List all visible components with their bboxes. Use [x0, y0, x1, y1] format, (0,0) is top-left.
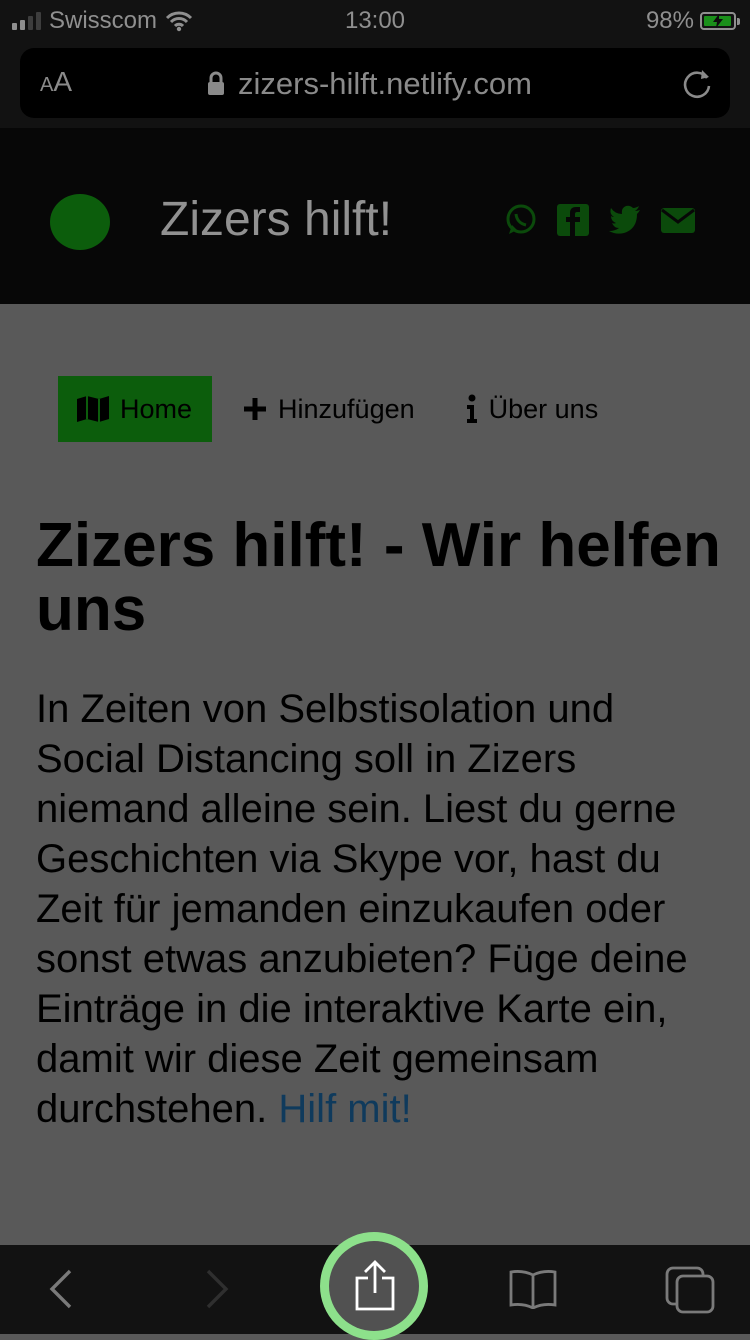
- mail-icon[interactable]: [660, 203, 695, 237]
- social-links: [504, 203, 695, 237]
- help-link[interactable]: Hilf mit!: [278, 1087, 411, 1131]
- battery-percent: 98%: [645, 7, 694, 34]
- status-time: 13:00: [344, 7, 406, 34]
- site-logo[interactable]: [50, 194, 110, 250]
- intro-text: In Zeiten von Selbstisolation und Social…: [36, 687, 688, 1131]
- bookmarks-icon[interactable]: [508, 1269, 558, 1309]
- intro-paragraph: In Zeiten von Selbstisolation und Social…: [36, 684, 726, 1134]
- browser-chrome: Swisscom 13:00 98% AA zizers-hilft.netli…: [0, 0, 750, 128]
- nav-add[interactable]: Hinzufügen: [242, 376, 415, 442]
- plus-icon: [244, 398, 267, 420]
- reload-icon[interactable]: [680, 66, 714, 100]
- whatsapp-icon[interactable]: [504, 203, 538, 237]
- forward-icon[interactable]: [202, 1267, 232, 1311]
- facebook-icon[interactable]: [556, 203, 590, 237]
- nav-home[interactable]: Home: [58, 376, 213, 442]
- battery-charging-icon: [700, 12, 740, 30]
- main-nav: Home Hinzufügen Über uns: [58, 376, 598, 442]
- page-heading: Zizers hilft! - Wir helfen uns: [36, 511, 721, 644]
- nav-home-label: Home: [120, 393, 193, 424]
- site-title[interactable]: Zizers hilft!: [160, 192, 392, 247]
- twitter-icon[interactable]: [608, 203, 642, 237]
- nav-add-label: Hinzufügen: [278, 393, 415, 424]
- share-icon[interactable]: [352, 1260, 398, 1312]
- text-size-button[interactable]: AA: [40, 66, 72, 98]
- address-bar[interactable]: AA zizers-hilft.netlify.com: [20, 48, 730, 118]
- url-text: zizers-hilft.netlify.com: [238, 66, 532, 101]
- battery-group: 98%: [645, 7, 740, 35]
- tabs-icon[interactable]: [664, 1265, 718, 1315]
- info-icon: [466, 394, 477, 423]
- url-field[interactable]: zizers-hilft.netlify.com: [206, 66, 532, 102]
- status-bar: Swisscom 13:00 98%: [0, 0, 750, 42]
- nav-about[interactable]: Über uns: [465, 376, 599, 442]
- lock-icon: [208, 71, 224, 95]
- map-icon: [77, 396, 109, 422]
- site-header: Zizers hilft!: [0, 128, 750, 304]
- back-icon[interactable]: [46, 1267, 76, 1311]
- nav-about-label: Über uns: [488, 393, 599, 424]
